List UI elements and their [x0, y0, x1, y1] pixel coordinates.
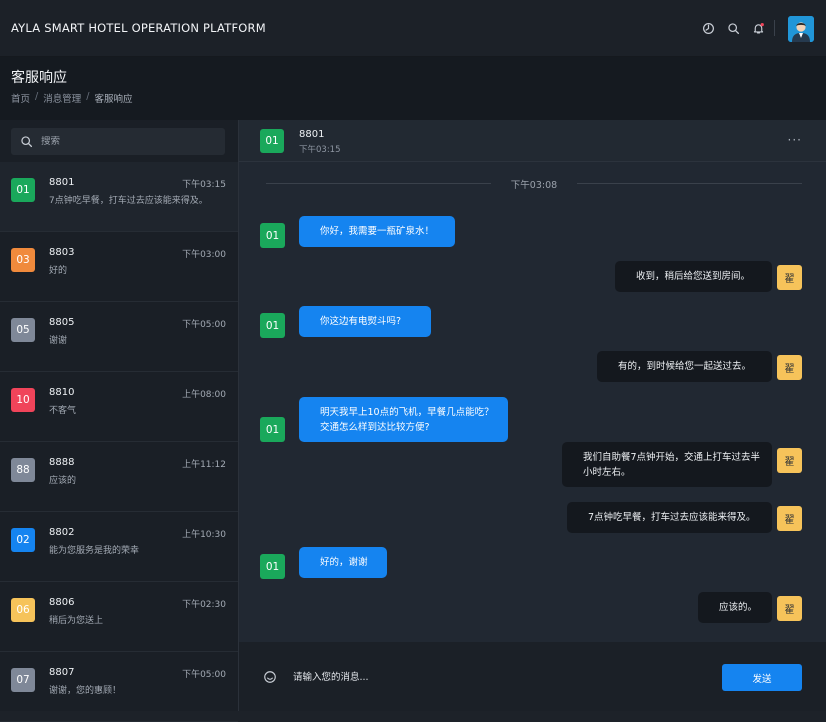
conversation-preview: 应该的	[49, 476, 77, 486]
room-badge: 01	[11, 178, 35, 202]
conversation-name: 8805	[49, 317, 75, 328]
conversation-item[interactable]: 03 8803 下午03:00 好的	[0, 232, 238, 302]
breadcrumb-separator: /	[86, 91, 90, 102]
staff-avatar: 翟	[777, 355, 802, 380]
conversation-time: 上午08:00	[182, 390, 226, 400]
conversation-time: 上午11:12	[182, 460, 226, 470]
page-header: 客服响应 首页 / 消息管理 / 客服响应	[0, 57, 826, 120]
conversation-preview: 稍后为您送上	[49, 616, 104, 626]
staff-avatar: 翟	[777, 506, 802, 531]
conversation-time: 下午05:00	[182, 320, 226, 330]
room-badge: 06	[11, 598, 35, 622]
conversation-time: 上午10:30	[182, 530, 226, 540]
page-title: 客服响应	[11, 70, 67, 86]
search-icon[interactable]	[725, 20, 741, 36]
guest-message-bubble: 明天我早上10点的飞机，早餐几点能吃？交通怎么样到达比较方便?	[299, 397, 508, 442]
chat-room-name: 8801	[299, 129, 325, 140]
conversation-item[interactable]: 10 8810 上午08:00 不客气	[0, 372, 238, 442]
room-badge: 05	[11, 318, 35, 342]
top-bar: AYLA SMART HOTEL OPERATION PLATFORM	[0, 0, 826, 57]
guest-message-bubble: 好的，谢谢	[299, 547, 387, 578]
breadcrumb: 首页 / 消息管理 / 客服响应	[11, 91, 132, 105]
header-divider	[774, 20, 775, 36]
conversation-item[interactable]: 06 8806 下午02:30 稍后为您送上	[0, 582, 238, 652]
guest-avatar: 01	[260, 554, 285, 579]
conversation-time: 下午03:15	[182, 180, 226, 190]
staff-message-bubble: 我们自助餐7点钟开始，交通上打车过去半小时左右。	[562, 442, 772, 487]
conversation-name: 8803	[49, 247, 75, 258]
conversation-name: 8807	[49, 667, 75, 678]
guest-avatar: 01	[260, 417, 285, 442]
bell-icon[interactable]	[750, 20, 766, 36]
dashboard-icon[interactable]	[700, 20, 716, 36]
conversation-item[interactable]: 02 8802 上午10:30 能为您服务是我的荣幸	[0, 512, 238, 582]
guest-avatar: 01	[260, 313, 285, 338]
chat-header: 01 8801 下午03:15 ···	[239, 120, 826, 162]
conversation-item[interactable]: 01 8801 下午03:15 7点钟吃早餐，打车过去应该能来得及。	[0, 162, 238, 232]
room-badge: 10	[11, 388, 35, 412]
guest-message-bubble: 你好，我需要一瓶矿泉水！	[299, 216, 455, 247]
conversation-item[interactable]: 05 8805 下午05:00 谢谢	[0, 302, 238, 372]
more-options-icon[interactable]: ···	[788, 133, 802, 147]
staff-avatar: 翟	[777, 448, 802, 473]
conversation-item[interactable]: 07 8807 下午05:00 谢谢，您的惠顾！	[0, 652, 238, 722]
conversation-preview: 谢谢，您的惠顾！	[49, 686, 122, 696]
search-icon	[21, 136, 33, 148]
conversation-name: 8802	[49, 527, 75, 538]
staff-avatar: 翟	[777, 265, 802, 290]
conversation-name: 8810	[49, 387, 75, 398]
breadcrumb-current: 客服响应	[94, 94, 133, 105]
conversation-preview: 能为您服务是我的荣幸	[49, 546, 140, 556]
day-separator: 下午03:08	[266, 176, 802, 191]
conversation-preview: 谢谢	[49, 336, 68, 346]
guest-avatar: 01	[260, 223, 285, 248]
chat-panel: 01 8801 下午03:15 ··· 下午03:08 你好，我需要一瓶矿泉水！…	[239, 120, 826, 711]
app-title: AYLA SMART HOTEL OPERATION PLATFORM	[11, 21, 266, 35]
search-input[interactable]	[41, 136, 211, 147]
staff-message-bubble: 有的，到时候给您一起送过去。	[597, 351, 772, 382]
user-avatar[interactable]	[788, 16, 814, 42]
conversation-name: 8806	[49, 597, 75, 608]
conversation-preview: 不客气	[49, 406, 77, 416]
room-badge: 88	[11, 458, 35, 482]
breadcrumb-separator: /	[35, 91, 39, 102]
chat-room-badge: 01	[260, 129, 284, 153]
breadcrumb-message-management[interactable]: 消息管理	[43, 91, 81, 105]
room-badge: 07	[11, 668, 35, 692]
staff-message-bubble: 收到，稍后给您送到房间。	[615, 261, 772, 292]
conversation-preview: 7点钟吃早餐，打车过去应该能来得及。	[49, 196, 208, 206]
conversation-list-panel: 01 8801 下午03:15 7点钟吃早餐，打车过去应该能来得及。 03 8803 下午0…	[0, 120, 239, 722]
conversation-time: 下午05:00	[182, 670, 226, 680]
staff-message-bubble: 应该的。	[698, 592, 772, 623]
message-input[interactable]	[293, 669, 673, 685]
staff-avatar: 翟	[777, 596, 802, 621]
day-separator-label: 下午03:08	[510, 180, 558, 191]
room-badge: 03	[11, 248, 35, 272]
conversation-item[interactable]: 88 8888 上午11:12 应该的	[0, 442, 238, 512]
staff-message-bubble: 7点钟吃早餐，打车过去应该能来得及。	[567, 502, 772, 533]
conversation-preview: 好的	[49, 266, 68, 276]
conversation-time: 下午03:00	[182, 250, 226, 260]
send-button[interactable]: 发送	[722, 664, 802, 691]
breadcrumb-home[interactable]: 首页	[11, 91, 30, 105]
message-composer: 发送	[239, 642, 826, 711]
emoji-icon[interactable]	[263, 670, 277, 684]
conversation-name: 8888	[49, 457, 75, 468]
search-box[interactable]	[11, 128, 225, 155]
conversation-name: 8801	[49, 177, 75, 188]
room-badge: 02	[11, 528, 35, 552]
conversation-time: 下午02:30	[182, 600, 226, 610]
guest-message-bubble: 你这边有电熨斗吗?	[299, 306, 431, 337]
chat-last-time: 下午03:15	[299, 145, 341, 155]
